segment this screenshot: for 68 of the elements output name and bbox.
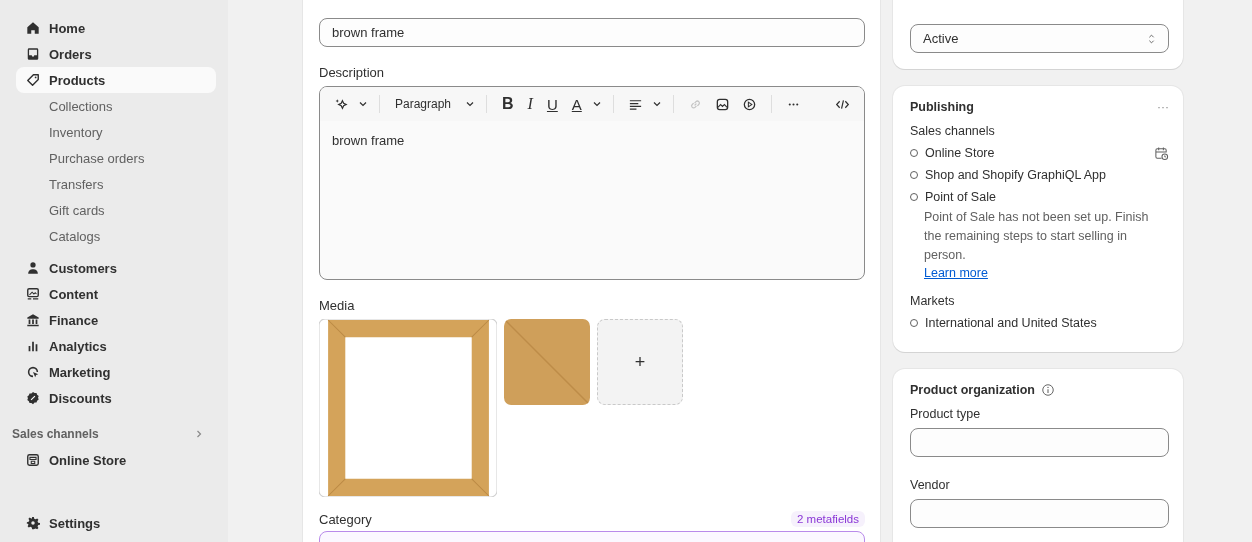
sidebar-item[interactable]: Marketing xyxy=(16,359,216,385)
chevron-down-icon[interactable] xyxy=(591,99,602,109)
description-editor[interactable]: Paragraph B I U A brown frame xyxy=(319,86,865,280)
sidebar-item[interactable]: Settings xyxy=(16,510,216,536)
add-media-button[interactable]: + xyxy=(597,319,683,405)
play-icon[interactable] xyxy=(741,96,757,112)
channel-name: Shop and Shopify GraphiQL App xyxy=(925,168,1106,182)
channel-note: Point of Sale has not been set up. Finish the remaining steps to start selling in person. xyxy=(924,209,1150,264)
section-heading: Markets xyxy=(910,294,956,308)
sidebar-item[interactable]: Home xyxy=(16,15,216,41)
sidebar-item[interactable]: Transfers xyxy=(16,171,216,197)
field-label: Description xyxy=(319,65,386,80)
tag-icon xyxy=(26,73,40,87)
store-icon xyxy=(26,453,40,467)
text-field[interactable] xyxy=(910,499,1169,528)
channel-name: Point of Sale xyxy=(925,190,996,204)
sidebar-item[interactable]: Discounts xyxy=(16,385,216,411)
field-label: Vendor xyxy=(910,478,951,492)
target-icon xyxy=(26,365,40,379)
chevron-down-icon[interactable] xyxy=(358,99,368,109)
section-heading: Sales channels xyxy=(12,427,99,441)
underline-button[interactable]: U xyxy=(542,95,562,113)
select-arrows-icon xyxy=(1147,32,1156,45)
card-title: Publishing xyxy=(910,100,974,114)
calendar-clock-icon[interactable] xyxy=(1154,145,1169,161)
title-field[interactable]: brown frame xyxy=(319,18,865,47)
info-icon[interactable] xyxy=(1041,383,1055,397)
text-color-button[interactable]: A xyxy=(567,95,586,113)
field-label: Category xyxy=(319,511,372,527)
card-title: Product organization xyxy=(910,383,1035,397)
sidebar-item[interactable]: Purchase orders xyxy=(16,145,216,171)
more-button[interactable]: ··· xyxy=(1157,100,1169,114)
chevron-down-icon[interactable] xyxy=(651,99,662,109)
sidebar-item[interactable]: Online Store xyxy=(16,447,216,473)
sidebar-item[interactable]: Catalogs xyxy=(16,223,216,249)
sidebar-item[interactable]: Inventory xyxy=(16,119,216,145)
metafields-badge[interactable]: 2 metafields xyxy=(791,511,865,527)
sidebar-item[interactable]: Collections xyxy=(16,93,216,119)
orders-icon xyxy=(26,47,40,61)
chevron-down-icon[interactable] xyxy=(465,99,476,109)
bank-icon xyxy=(26,313,40,327)
settings-icon xyxy=(26,516,40,530)
image-icon[interactable] xyxy=(714,96,730,112)
content-icon xyxy=(26,287,40,301)
sidebar-item[interactable]: Content xyxy=(16,281,216,307)
sidebar-item[interactable]: Gift cards xyxy=(16,197,216,223)
sidebar-item[interactable]: Finance xyxy=(16,307,216,333)
channel-name: Online Store xyxy=(925,146,995,160)
discount-icon xyxy=(26,391,40,405)
paragraph-dropdown[interactable]: Paragraph xyxy=(391,97,460,111)
learn-more-link[interactable]: Learn more xyxy=(924,266,988,280)
home-icon xyxy=(26,21,40,35)
sidebar-item[interactable]: Products xyxy=(16,67,216,93)
person-icon xyxy=(26,261,40,275)
section-heading: Sales channels xyxy=(910,124,996,138)
sparkle-icon[interactable] xyxy=(334,96,349,112)
sidebar-item[interactable]: Analytics xyxy=(16,333,216,359)
description-text: brown frame xyxy=(332,133,406,148)
bars-icon xyxy=(26,339,40,353)
field-label: Product type xyxy=(910,407,982,421)
market-name: International and United States xyxy=(925,316,1097,330)
sidebar-item[interactable]: Orders xyxy=(16,41,216,67)
bold-button[interactable]: B xyxy=(498,95,518,113)
sidebar-item[interactable]: Customers xyxy=(16,255,216,281)
status-select[interactable]: Active xyxy=(910,24,1169,53)
field-label: Media xyxy=(319,298,356,313)
text-field[interactable] xyxy=(910,428,1169,457)
italic-button[interactable]: I xyxy=(523,95,537,113)
